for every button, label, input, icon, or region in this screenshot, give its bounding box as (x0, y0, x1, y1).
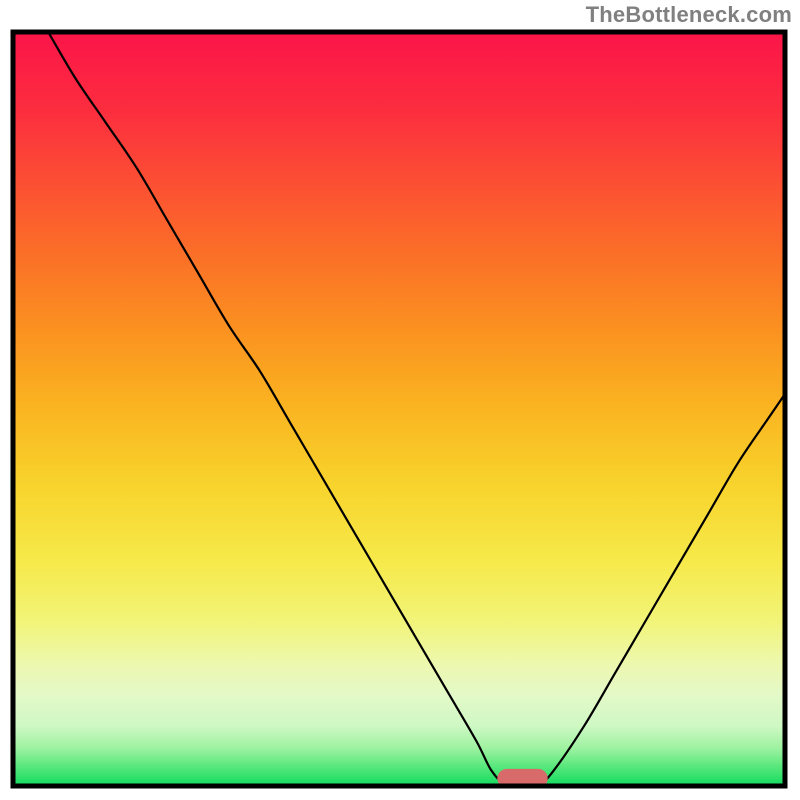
bottleneck-chart (0, 0, 800, 800)
chart-frame: TheBottleneck.com (0, 0, 800, 800)
gradient-background (13, 32, 785, 786)
watermark-text: TheBottleneck.com (586, 2, 792, 28)
